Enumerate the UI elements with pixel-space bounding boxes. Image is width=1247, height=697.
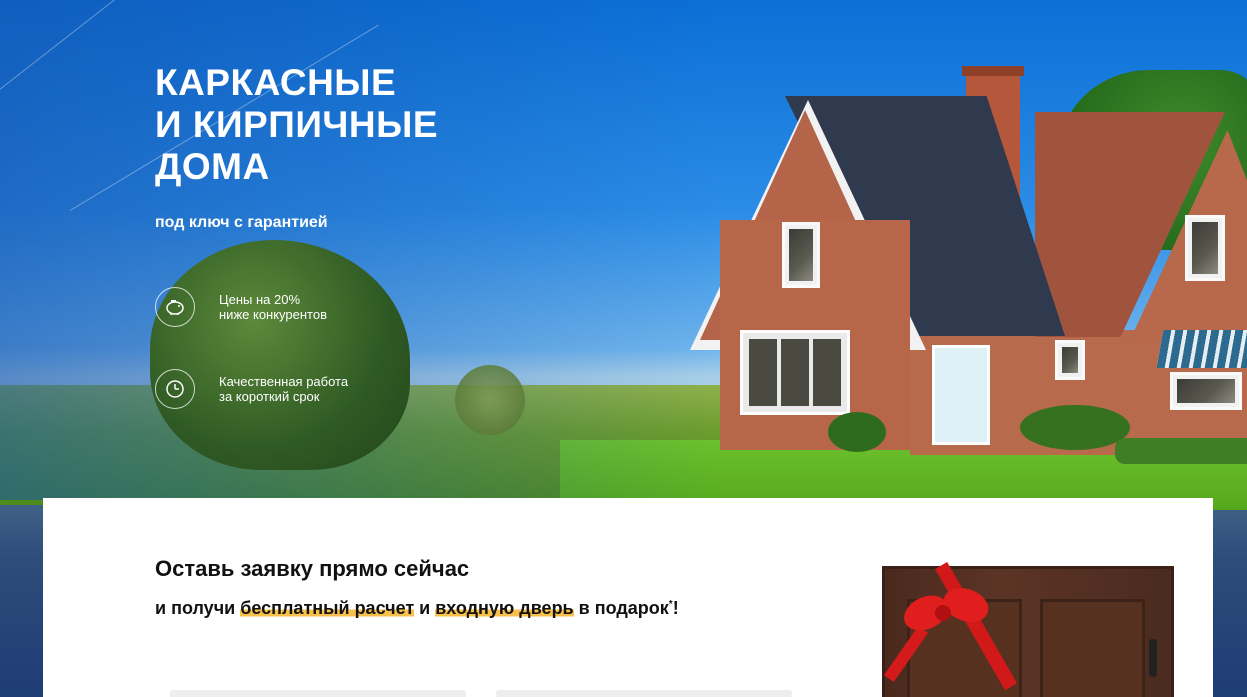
house-chimney-cap	[962, 66, 1024, 76]
feature-price: Цены на 20% ниже конкурентов	[155, 287, 419, 327]
feature-text: Цены на 20% ниже конкурентов	[219, 292, 327, 322]
door-handle	[1149, 639, 1157, 677]
name-input[interactable]	[170, 690, 466, 697]
hero-subtitle: под ключ с гарантией	[155, 214, 328, 231]
house-awning	[1156, 330, 1247, 368]
house-window	[782, 222, 820, 288]
gift-door-image	[882, 562, 1174, 697]
bush-image	[828, 412, 886, 452]
subtitle-text: и	[414, 598, 436, 618]
request-form-card: Оставь заявку прямо сейчас и получи бесп…	[43, 498, 1213, 697]
feature-text: Качественная работа за короткий срок	[219, 374, 349, 404]
highlight-free-calculation: бесплатный расчет	[240, 598, 415, 618]
door-panel	[1040, 599, 1145, 697]
house-bay-window	[740, 330, 850, 415]
form-subtitle: и получи бесплатный расчет и входную две…	[155, 598, 679, 619]
form-title: Оставь заявку прямо сейчас	[155, 556, 470, 581]
tree-image	[455, 365, 525, 435]
feature-speed: Качественная работа за короткий срок	[155, 369, 419, 409]
house-image	[690, 40, 1247, 460]
bush-image	[1020, 405, 1130, 450]
house-door	[932, 345, 990, 445]
highlight-entrance-door: входную дверь	[435, 598, 574, 618]
subtitle-text: !	[672, 598, 679, 618]
house-window	[1185, 215, 1225, 281]
house-window	[1055, 340, 1085, 380]
house-window	[1170, 372, 1242, 410]
phone-input[interactable]	[496, 690, 792, 697]
hero-title: КАРКАСНЫЕ И КИРПИЧНЫЕ ДОМА	[155, 62, 439, 187]
hedge-image	[1115, 438, 1247, 464]
subtitle-text: в подарок	[573, 598, 669, 618]
piggy-bank-icon	[155, 287, 195, 327]
subtitle-text: и получи	[155, 598, 241, 618]
clock-icon	[155, 369, 195, 409]
gift-bow-knot	[935, 605, 951, 621]
